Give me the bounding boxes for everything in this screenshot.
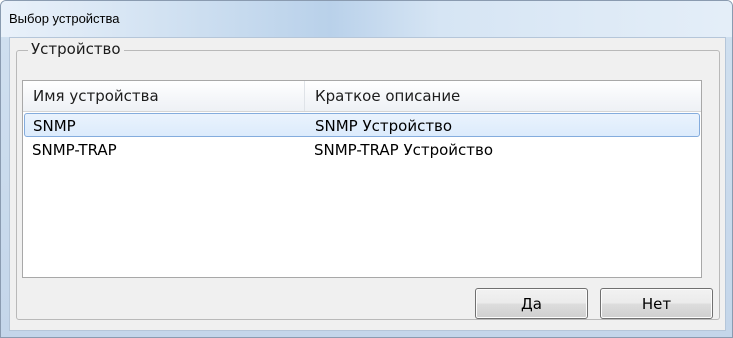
groupbox-legend: Устройство [28,40,124,58]
row-description: SNMP-TRAP Устройство [314,141,494,159]
no-button[interactable]: Нет [600,288,713,319]
list-row-snmp-trap[interactable]: SNMP-TRAP SNMP-TRAP Устройство [23,138,699,162]
row-description: SNMP Устройство [315,117,453,135]
device-list[interactable]: Имя устройства Краткое описание SNMP SNM… [22,80,702,278]
window-title: Выбор устройства [9,11,120,26]
dialog-footer: Да Нет [22,276,713,319]
list-row-snmp[interactable]: SNMP SNMP Устройство [24,113,700,137]
dialog-client-area: Устройство Имя устройства Краткое описан… [9,37,726,331]
title-bar[interactable]: Выбор устройства [1,1,732,37]
column-header-description[interactable]: Краткое описание [305,81,701,111]
yes-button[interactable]: Да [475,288,588,319]
row-device-name: SNMP-TRAP [32,141,117,159]
row-device-name: SNMP [33,117,76,135]
list-header: Имя устройства Краткое описание [23,81,701,112]
column-header-device-name[interactable]: Имя устройства [23,81,305,111]
device-selection-dialog: Выбор устройства Устройство Имя устройст… [0,0,733,338]
